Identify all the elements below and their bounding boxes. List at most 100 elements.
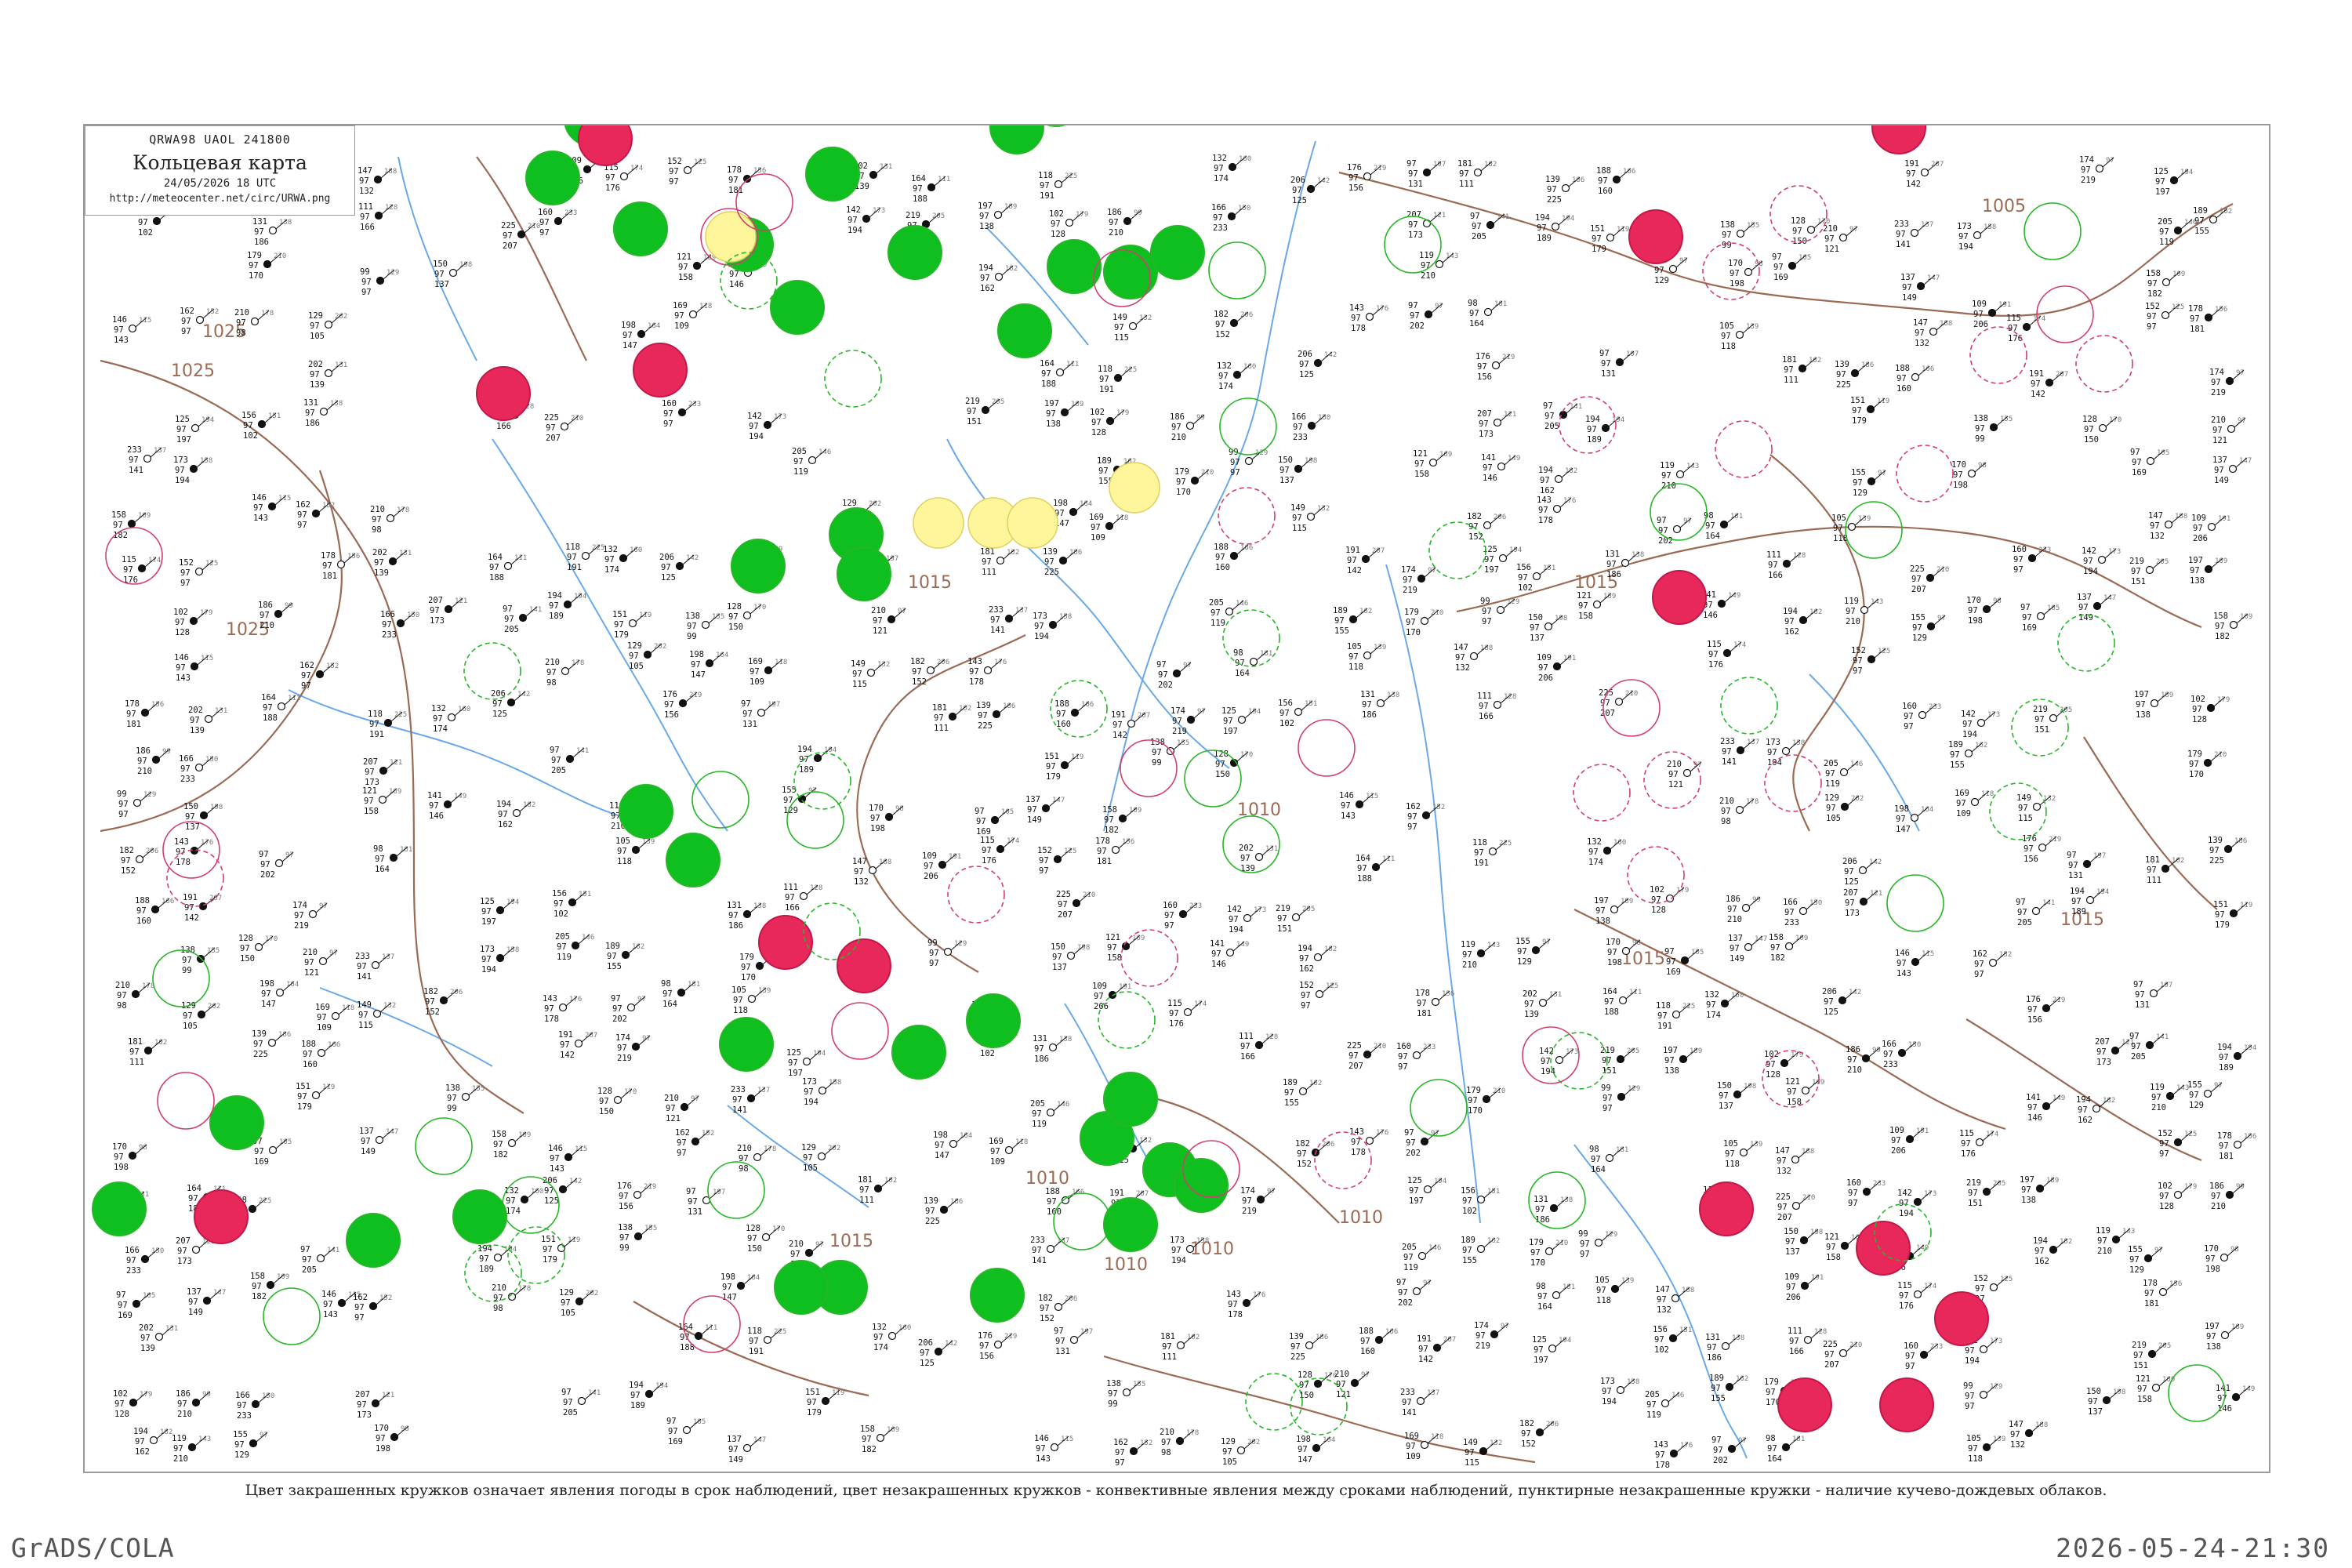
- station-value: 97: [544, 1004, 554, 1014]
- weather-circle-green: [837, 546, 891, 601]
- station-value: 97: [237, 1401, 247, 1410]
- station-plot: 13997225186: [976, 701, 1015, 731]
- station-plot: 1609797233: [1846, 1178, 1886, 1208]
- station-value: 97: [180, 579, 191, 588]
- station-value: 210: [1936, 566, 1949, 574]
- station-value: 219: [906, 211, 920, 220]
- station-value: 181: [322, 572, 337, 581]
- station-dot: [1371, 862, 1381, 872]
- station-value: 182: [1005, 265, 1018, 273]
- station-value: 97: [1521, 1429, 1531, 1439]
- station-value: 194: [1434, 1178, 1446, 1185]
- station-dot: [379, 766, 388, 775]
- station-value: 143: [114, 336, 129, 345]
- station-value: 97: [1403, 1253, 1414, 1262]
- station-plot: 13197186138: [252, 217, 292, 247]
- station-plot: 999797129: [1601, 1083, 1640, 1113]
- station-value: 97: [1410, 311, 1420, 321]
- station-dot: [1606, 233, 1615, 242]
- station-value: 194: [1965, 1356, 1980, 1366]
- weather-circle-red: [1934, 1291, 1989, 1346]
- station-value: 170: [1176, 488, 1191, 497]
- station-dot: [1788, 261, 1797, 270]
- station-value: 97: [1708, 650, 1719, 659]
- station-value: 194: [504, 1246, 517, 1254]
- station-dot: [1048, 620, 1058, 630]
- station-value: 174: [615, 1033, 630, 1043]
- station-dot: [680, 1102, 689, 1112]
- station-value: 142: [517, 691, 530, 699]
- station-plot: 12997105202: [1221, 1437, 1260, 1467]
- station-value: 207: [428, 596, 443, 605]
- station-value: 164: [662, 1000, 677, 1009]
- station-plot: 1559712997: [1911, 613, 1946, 643]
- station-value: 97: [1786, 1283, 1796, 1292]
- station-dot: [1722, 648, 1732, 658]
- station-value: 97: [1162, 1342, 1172, 1352]
- station-value: 97: [1824, 997, 1834, 1007]
- station-dot: [308, 909, 318, 919]
- station-plot: 17897181156: [125, 699, 164, 729]
- station-value: 173: [1957, 222, 1972, 231]
- station-value: 206: [1842, 857, 1857, 866]
- station-value: 169: [1773, 273, 1788, 282]
- station-value: 97: [2129, 1032, 2140, 1041]
- station-value: 97: [612, 1004, 622, 1014]
- station-value: 210: [789, 1240, 804, 1249]
- station-value: 97: [975, 807, 985, 816]
- station-plot: 19897147164: [1296, 1435, 1335, 1465]
- station-plot: 19797138189: [1663, 1046, 1702, 1076]
- station-dot: [1847, 522, 1857, 532]
- station-value: 97: [1974, 960, 1984, 969]
- station-value: 97: [691, 660, 701, 670]
- station-value: 198: [689, 650, 704, 659]
- station-dot: [151, 755, 161, 764]
- station-plot: 15697102151: [1653, 1325, 1692, 1355]
- weather-circle-green: [92, 1181, 147, 1236]
- station-dot: [1417, 574, 1426, 583]
- station-plot: 12597197194: [786, 1048, 826, 1078]
- station-dot: [268, 226, 278, 235]
- station-plot: 1609797233: [1396, 1042, 1436, 1072]
- station-value: 102: [1518, 583, 1533, 593]
- station-value: 97: [969, 667, 979, 677]
- station-plot: 14697143115: [1034, 1434, 1073, 1464]
- station-dot: [190, 662, 199, 671]
- station-value: 129: [2189, 1101, 2204, 1110]
- station-value: 182: [119, 846, 134, 855]
- station-value: 202: [1158, 681, 1173, 690]
- station-value: 97: [1091, 418, 1102, 427]
- station-plot: 1709719898: [1966, 596, 2002, 626]
- station-dot: [1294, 707, 1303, 717]
- station-value: 146: [1483, 474, 1497, 483]
- station-plot: 16697233150: [1882, 1040, 1921, 1069]
- station-value: 142: [747, 412, 762, 421]
- station-value: 97: [990, 615, 1000, 625]
- station-value: 97: [732, 1095, 742, 1105]
- station-plot: 13997225186: [1043, 547, 1082, 577]
- station-plot: 11997210143: [1461, 940, 1500, 970]
- station-value: 210: [871, 606, 886, 615]
- station-value: 118: [1038, 171, 1053, 180]
- station-plot: 11197166128: [1477, 691, 1516, 721]
- station-value: 105: [1595, 1276, 1610, 1285]
- station-value: 182: [1324, 946, 1337, 953]
- station-value: 173: [357, 1410, 372, 1420]
- station-value: 97: [1968, 1189, 1978, 1198]
- station-value: 198: [1077, 944, 1090, 952]
- station-dot: [2027, 554, 2037, 563]
- station-value: 158: [1792, 739, 1805, 747]
- station-value: 219: [1502, 354, 1515, 361]
- station-value: 188: [1604, 1007, 1619, 1017]
- station-dot: [1420, 1137, 1429, 1146]
- station-value: 109: [2172, 270, 2185, 278]
- station-dot: [1348, 615, 1358, 624]
- station-value: 149: [1236, 941, 1249, 949]
- station-dot: [2173, 226, 2183, 235]
- station-value: 97: [1215, 553, 1225, 562]
- station-value: 141: [1896, 240, 1911, 249]
- station-value: 131: [688, 1207, 702, 1217]
- station-dot: [1671, 1294, 1680, 1303]
- station-value: 162: [1113, 1438, 1128, 1447]
- station-value: 150: [728, 622, 743, 632]
